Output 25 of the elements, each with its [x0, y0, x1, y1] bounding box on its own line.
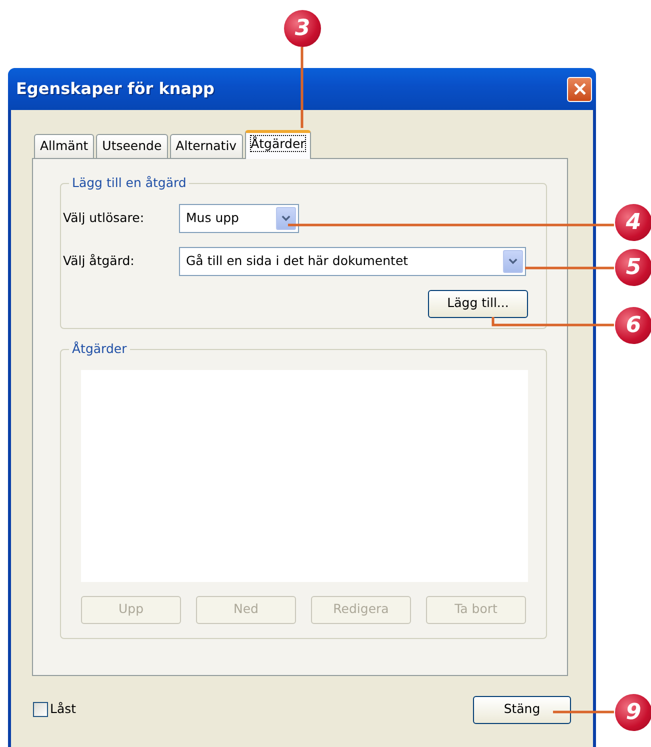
group-label: Åtgärder	[69, 340, 130, 358]
window-title: Egenskaper för knapp	[16, 78, 216, 100]
dropdown-field[interactable]: Gå till en sida i det här dokumentet	[179, 246, 526, 276]
callout-number: 3	[284, 10, 321, 47]
tab[interactable]: Alternativ	[170, 134, 243, 158]
close-dialog-button[interactable]: Stäng	[473, 696, 571, 724]
tab[interactable]: Allmänt	[34, 134, 94, 158]
callout-number: 9	[615, 694, 651, 731]
field-label: Välj åtgärd:	[63, 252, 136, 270]
dropdown-field[interactable]: Mus upp	[179, 204, 299, 233]
group-label: Lägg till en åtgärd	[69, 174, 190, 192]
checkbox-label: Låst	[50, 700, 76, 718]
add-button[interactable]: Lägg till...	[428, 290, 528, 318]
tab[interactable]: Åtgärder	[244, 130, 312, 159]
close-button[interactable]	[567, 76, 592, 102]
leader-line	[553, 710, 614, 714]
chevron-icon[interactable]	[503, 250, 523, 273]
checkbox[interactable]	[33, 702, 48, 718]
field-label: Välj utlösare:	[63, 208, 146, 227]
close-icon	[572, 82, 586, 96]
callout-number: 5	[615, 249, 651, 286]
callout-number: 4	[615, 204, 651, 241]
tab[interactable]: Utseende	[96, 134, 168, 158]
chevron-icon[interactable]	[276, 206, 296, 230]
callout-number: 6	[615, 307, 651, 344]
